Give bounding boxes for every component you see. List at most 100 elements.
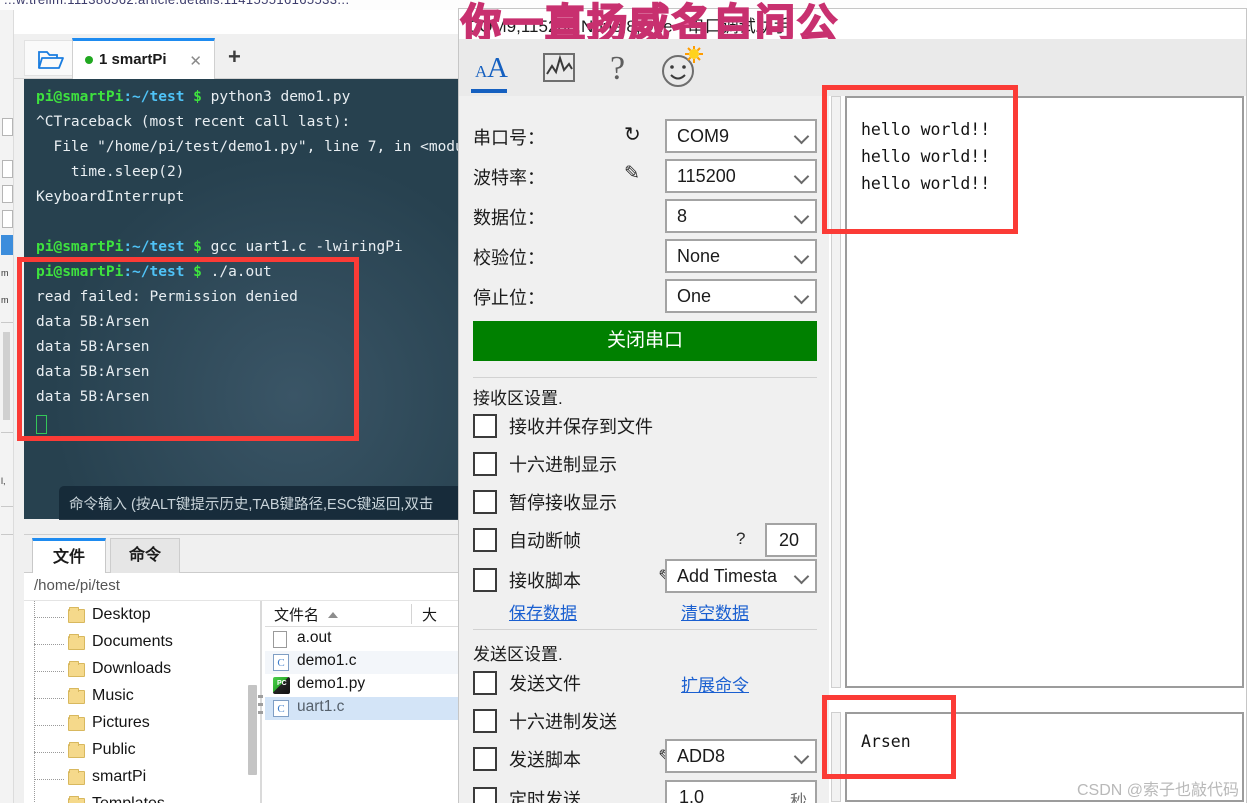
tree-item-templates[interactable]: Templates: [26, 793, 258, 803]
tree-item-desktop[interactable]: Desktop: [26, 604, 258, 631]
terminal-line: ^CTraceback (most recent call last):: [36, 114, 351, 130]
receive-textarea[interactable]: hello world!! hello world!! hello world!…: [845, 96, 1244, 688]
terminal-line: data 5B:Arsen: [36, 364, 150, 380]
checkbox[interactable]: [473, 787, 497, 803]
terminal-line: read failed: Permission denied: [36, 289, 298, 305]
chevron-down-icon: [793, 568, 810, 585]
checkbox-label: 十六进制显示: [509, 455, 617, 475]
file-name: a.out: [297, 629, 332, 646]
chevron-down-icon: [793, 208, 810, 225]
clear-data-link[interactable]: 清空数据: [681, 599, 749, 624]
chevron-down-icon: [793, 248, 810, 265]
frame-break-ms-input[interactable]: 20: [765, 523, 817, 557]
receive-script-select[interactable]: Add Timesta: [665, 559, 817, 593]
terminal-output[interactable]: pi@smartPi:~/test $ python3 demo1.py ^CT…: [24, 79, 459, 519]
checkbox[interactable]: [473, 568, 497, 592]
send-scrollbar[interactable]: [831, 712, 841, 802]
close-port-button[interactable]: 关闭串口: [473, 321, 817, 361]
tree-item-public[interactable]: Public: [26, 739, 258, 766]
close-icon[interactable]: ✕: [189, 52, 202, 70]
checkbox-row-save-to-file[interactable]: 接收并保存到文件: [473, 409, 817, 445]
table-row[interactable]: a.out: [265, 628, 459, 651]
help-question-icon: ?: [610, 50, 625, 87]
folder-icon: [68, 688, 85, 704]
divider: [473, 629, 817, 630]
terminal-line: time.sleep(2): [36, 164, 185, 180]
timed-send-unit: 秒: [790, 792, 807, 803]
checkbox-label: 接收并保存到文件: [509, 417, 653, 437]
timed-send-interval-input[interactable]: 1.0 秒: [665, 780, 817, 803]
help-button[interactable]: ?: [591, 46, 647, 90]
current-path-text: /home/pi/test: [34, 577, 120, 594]
column-header-size[interactable]: 大: [422, 604, 437, 625]
screenshot-root: ...w.treiim.111386562.article.details.11…: [0, 0, 1247, 803]
checkbox-label: 暂停接收显示: [509, 493, 617, 513]
file-name: demo1.py: [297, 675, 366, 692]
tree-scrollbar[interactable]: [248, 685, 257, 775]
pen-edit-icon[interactable]: ✎: [624, 162, 640, 185]
tree-item-smartpi[interactable]: smartPi: [26, 766, 258, 793]
table-row[interactable]: C demo1.c: [265, 651, 459, 674]
open-folder-icon: [38, 51, 64, 69]
pane-splitter[interactable]: [260, 601, 262, 803]
new-tab-button[interactable]: +: [228, 44, 241, 70]
checkbox-row-pause-display[interactable]: 暂停接收显示: [473, 485, 817, 521]
tab-files[interactable]: 文件: [32, 538, 106, 573]
checkbox[interactable]: [473, 490, 497, 514]
terminal-line: pi@smartPi:~/test $ python3 demo1.py: [36, 89, 351, 105]
port-select[interactable]: COM9: [665, 119, 817, 153]
tree-item-label: smartPi: [92, 768, 147, 785]
terminal-line: KeyboardInterrupt: [36, 189, 185, 205]
waveform-chart-button[interactable]: [531, 46, 587, 90]
frame-break-ms-value: 20: [779, 530, 800, 550]
table-row[interactable]: C uart1.c: [265, 697, 459, 720]
table-row[interactable]: demo1.py: [265, 674, 459, 697]
open-folder-button[interactable]: [24, 40, 74, 76]
receive-scrollbar[interactable]: [831, 96, 841, 688]
folder-icon: [68, 715, 85, 731]
databits-select[interactable]: 8: [665, 199, 817, 233]
chevron-down-icon: [793, 128, 810, 145]
checkbox[interactable]: [473, 414, 497, 438]
background-window-sliver: m m l,: [0, 10, 14, 803]
stopbits-value: One: [677, 286, 712, 306]
save-data-link[interactable]: 保存数据: [509, 599, 577, 624]
terminal-tab-smartpi[interactable]: 1 smartPi ✕: [72, 38, 215, 79]
command-input-bar[interactable]: 命令输入 (按ALT键提示历史,TAB键路径,ESC键返回,双击: [59, 486, 479, 520]
serial-assistant-window: COM9,115200,None,8,One - 串口调试助手 你一直扬威名自问…: [458, 1, 1247, 803]
checkbox-row-hex-send[interactable]: 十六进制发送: [473, 704, 817, 740]
checkbox[interactable]: [473, 709, 497, 733]
tab-commands[interactable]: 命令: [110, 538, 180, 573]
font-size-button[interactable]: A A: [471, 46, 527, 90]
refresh-icon[interactable]: ↻: [624, 122, 641, 147]
directory-tree[interactable]: Desktop Documents Downloads Music Pictur…: [26, 601, 258, 803]
help-question-icon[interactable]: ?: [736, 529, 745, 549]
checkbox[interactable]: [473, 671, 497, 695]
checkbox-row-hex-display[interactable]: 十六进制显示: [473, 447, 817, 483]
stopbits-select[interactable]: One: [665, 279, 817, 313]
extended-command-link[interactable]: 扩展命令: [681, 671, 749, 696]
tree-item-music[interactable]: Music: [26, 685, 258, 712]
baudrate-select[interactable]: 115200: [665, 159, 817, 193]
checkbox-label: 十六进制发送: [509, 712, 617, 732]
checkbox[interactable]: [473, 528, 497, 552]
parity-select[interactable]: None: [665, 239, 817, 273]
smiley-button[interactable]: [651, 45, 707, 90]
tree-item-documents[interactable]: Documents: [26, 631, 258, 658]
status-dot-green: [85, 56, 93, 64]
label-parity: 校验位：: [473, 248, 545, 268]
column-header-filename[interactable]: 文件名: [274, 604, 319, 625]
tree-item-label: Templates: [92, 795, 165, 803]
checkbox[interactable]: [473, 452, 497, 476]
terminal-tabbar: 1 smartPi ✕ +: [14, 34, 459, 79]
tree-item-pictures[interactable]: Pictures: [26, 712, 258, 739]
terminal-line: data 5B:Arsen: [36, 389, 150, 405]
send-script-select[interactable]: ADD8: [665, 739, 817, 773]
tree-item-downloads[interactable]: Downloads: [26, 658, 258, 685]
tree-item-label: Desktop: [92, 606, 151, 623]
checkbox-row-send-file[interactable]: 发送文件: [473, 666, 817, 702]
checkbox-label: 发送脚本: [509, 750, 581, 770]
file-list[interactable]: 文件名 大 a.out C demo1.c demo1.py: [265, 601, 459, 803]
label-stopbits: 停止位：: [473, 288, 545, 308]
checkbox[interactable]: [473, 747, 497, 771]
